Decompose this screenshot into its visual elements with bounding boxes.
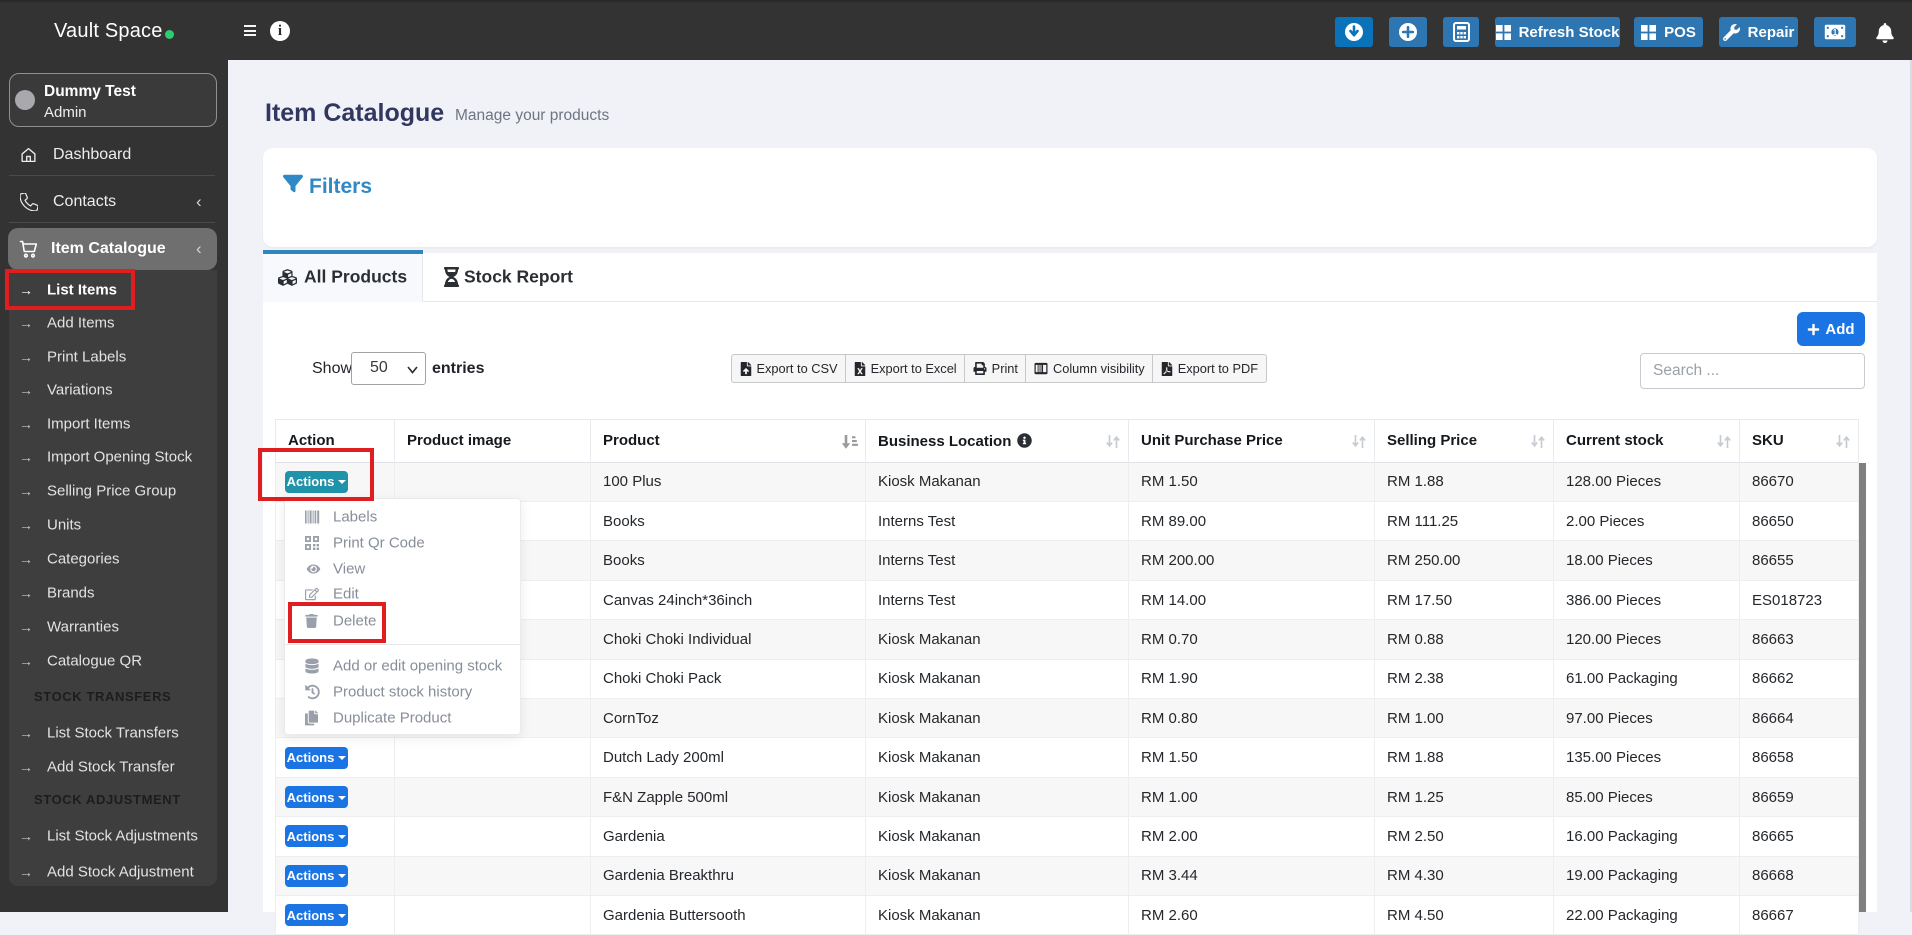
svg-text:1: 1	[1833, 28, 1838, 37]
